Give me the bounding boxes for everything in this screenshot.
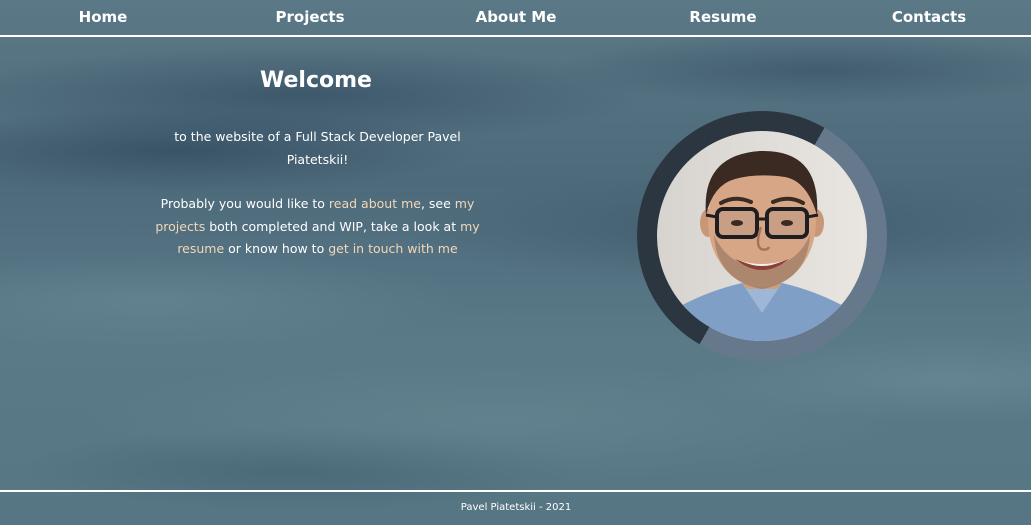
- get-in-touch-link[interactable]: get in touch with me: [328, 241, 457, 256]
- intro-or-text: or know how to: [224, 241, 329, 256]
- nav-about-link[interactable]: About Me: [476, 8, 557, 26]
- nav-contacts-link[interactable]: Contacts: [892, 8, 966, 26]
- footer: Pavel Piatetskii - 2021: [0, 490, 1031, 525]
- person-portrait-graphic: [667, 150, 857, 341]
- nav-home-link[interactable]: Home: [79, 8, 128, 26]
- page-title: Welcome: [260, 68, 372, 93]
- top-nav: Home Projects About Me Resume Contacts: [0, 0, 1031, 37]
- intro-line: to the website of a Full Stack Developer…: [174, 129, 461, 167]
- intro-mid-text: both completed and WIP, take a look at: [205, 218, 461, 234]
- intro-prefix-text: Probably you would like to: [160, 196, 329, 211]
- footer-copyright: Pavel Piatetskii - 2021: [460, 502, 572, 513]
- intro-text: to the website of a Full Stack Developer…: [150, 126, 485, 261]
- nav-resume-link[interactable]: Resume: [689, 8, 756, 26]
- portrait-photo: [657, 131, 867, 341]
- portrait-ring: [637, 111, 887, 361]
- nav-projects-link[interactable]: Projects: [275, 8, 344, 26]
- intro-paragraph: Probably you would like to read about me…: [150, 193, 485, 261]
- intro-see-text: , see: [420, 196, 455, 211]
- read-about-me-link[interactable]: read about me: [329, 196, 421, 211]
